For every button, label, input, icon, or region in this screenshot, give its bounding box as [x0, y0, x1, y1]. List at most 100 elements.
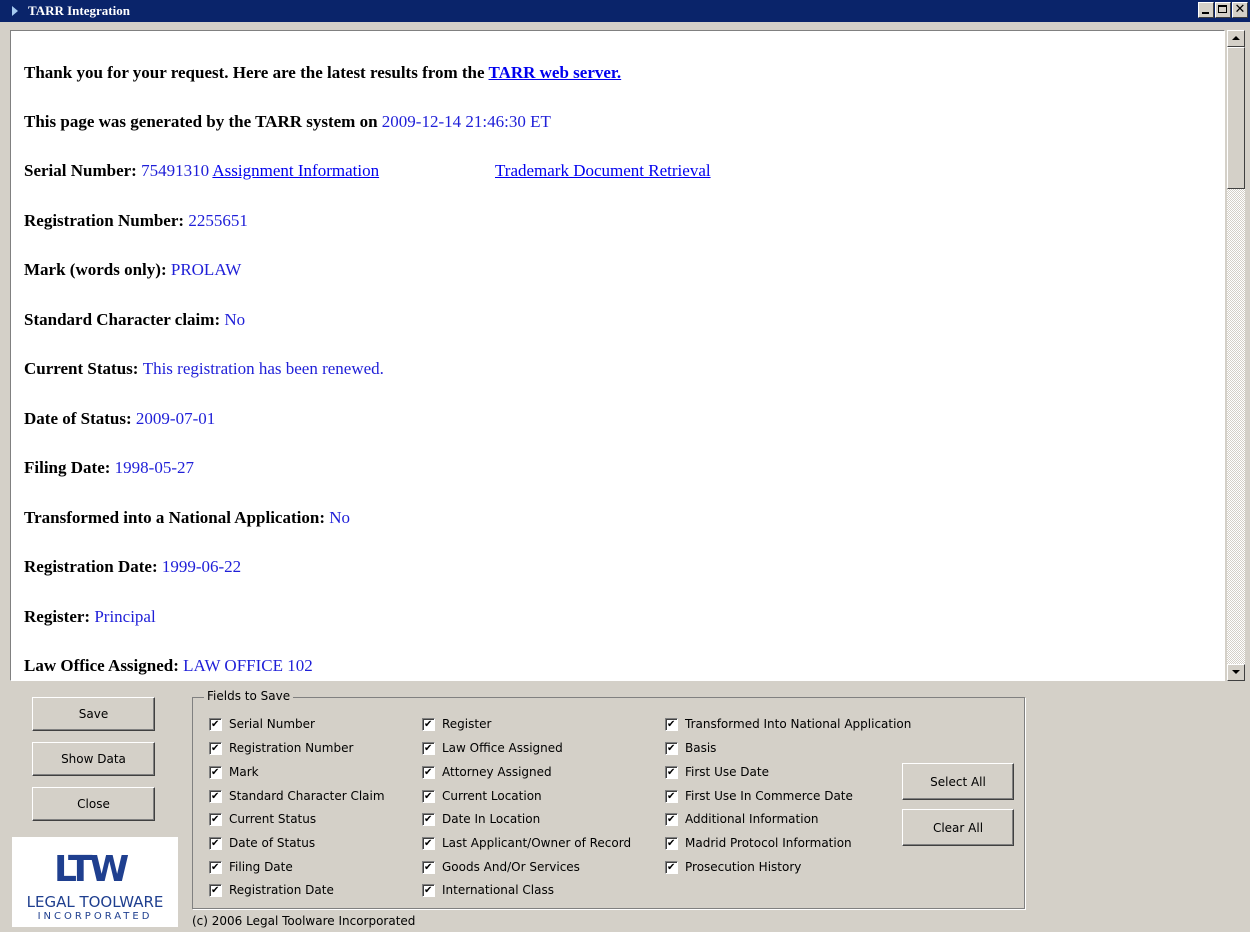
checkbox-standard-character-claim[interactable]: Standard Character Claim [209, 789, 385, 803]
clear-all-button[interactable]: Clear All [902, 809, 1014, 846]
checkbox-checked-icon[interactable] [422, 883, 435, 897]
checkbox-checked-icon[interactable] [209, 812, 222, 826]
intro-text: Thank you for your request. Here are the… [24, 63, 489, 82]
scroll-thumb[interactable] [1227, 47, 1245, 189]
vertical-scrollbar[interactable] [1227, 30, 1245, 681]
checkbox-date-in-location[interactable]: Date In Location [422, 812, 540, 826]
field-label: Current Status: [24, 359, 143, 378]
checkbox-label: Date In Location [442, 812, 541, 826]
checkbox-current-location[interactable]: Current Location [422, 789, 542, 803]
checkbox-law-office-assigned[interactable]: Law Office Assigned [422, 741, 563, 755]
results-pane: Thank you for your request. Here are the… [10, 30, 1225, 681]
scroll-up-button[interactable] [1227, 30, 1245, 47]
field-label: Mark (words only): [24, 260, 171, 279]
checkbox-checked-icon[interactable] [209, 836, 222, 850]
checkbox-international-class[interactable]: International Class [422, 883, 554, 897]
checkbox-basis[interactable]: Basis [665, 741, 716, 755]
field-value: No [224, 310, 246, 329]
checkbox-checked-icon[interactable] [422, 765, 435, 779]
checkbox-checked-icon[interactable] [665, 836, 678, 850]
maximize-icon[interactable] [1215, 2, 1231, 18]
checkbox-label: Filing Date [229, 860, 293, 874]
serial-value: 75491310 [141, 161, 210, 180]
field-value: PROLAW [170, 260, 242, 279]
legal-toolware-logo: LTW LEGAL TOOLWARE INCORPORATED [12, 837, 178, 927]
save-button[interactable]: Save [32, 697, 155, 731]
close-button[interactable]: Close [32, 787, 155, 821]
field-row: Mark (words only): PROLAW [24, 260, 241, 280]
serial-line: Serial Number: 75491310 Assignment Infor… [24, 161, 711, 181]
checkbox-checked-icon[interactable] [665, 741, 678, 755]
field-value: No [329, 508, 351, 527]
checkbox-current-status[interactable]: Current Status [209, 812, 316, 826]
field-row: Current Status: This registration has be… [24, 359, 384, 379]
checkbox-label: Current Location [442, 789, 542, 803]
checkbox-checked-icon[interactable] [209, 860, 222, 874]
checkbox-serial-number[interactable]: Serial Number [209, 717, 315, 731]
checkbox-last-applicant-owner[interactable]: Last Applicant/Owner of Record [422, 836, 631, 850]
checkbox-checked-icon[interactable] [422, 741, 435, 755]
checkbox-goods-and-services[interactable]: Goods And/Or Services [422, 860, 580, 874]
checkbox-label: Registration Number [229, 741, 354, 755]
checkbox-register[interactable]: Register [422, 717, 491, 731]
checkbox-label: First Use Date [685, 765, 769, 779]
checkbox-prosecution-history[interactable]: Prosecution History [665, 860, 801, 874]
checkbox-additional-information[interactable]: Additional Information [665, 812, 819, 826]
checkbox-label: Last Applicant/Owner of Record [442, 836, 632, 850]
minimize-icon[interactable] [1198, 2, 1214, 18]
field-value: 1999-06-22 [161, 557, 242, 576]
checkbox-checked-icon[interactable] [209, 741, 222, 755]
generated-label: This page was generated by the TARR syst… [24, 112, 382, 131]
checkbox-checked-icon[interactable] [209, 717, 222, 731]
checkbox-date-of-status[interactable]: Date of Status [209, 836, 315, 850]
checkbox-attorney-assigned[interactable]: Attorney Assigned [422, 765, 552, 779]
checkbox-checked-icon[interactable] [665, 789, 678, 803]
checkbox-madrid-protocol-information[interactable]: Madrid Protocol Information [665, 836, 852, 850]
checkbox-checked-icon[interactable] [422, 812, 435, 826]
field-row: Registration Number: 2255651 [24, 211, 248, 231]
checkbox-checked-icon[interactable] [665, 812, 678, 826]
field-row: Date of Status: 2009-07-01 [24, 409, 215, 429]
select-all-button[interactable]: Select All [902, 763, 1014, 800]
logo-mark: LTW [54, 849, 129, 890]
checkbox-registration-date[interactable]: Registration Date [209, 883, 334, 897]
checkbox-checked-icon[interactable] [665, 717, 678, 731]
generated-line: This page was generated by the TARR syst… [24, 112, 551, 132]
field-label: Date of Status: [24, 409, 136, 428]
close-icon[interactable]: ✕ [1232, 2, 1248, 18]
checkbox-checked-icon[interactable] [665, 860, 678, 874]
copyright-text: (c) 2006 Legal Toolware Incorporated [192, 914, 416, 928]
checkbox-label: Law Office Assigned [442, 741, 563, 755]
checkbox-transformed-national-application[interactable]: Transformed Into National Application [665, 717, 911, 731]
checkbox-checked-icon[interactable] [665, 765, 678, 779]
checkbox-filing-date[interactable]: Filing Date [209, 860, 293, 874]
field-row: Filing Date: 1998-05-27 [24, 458, 194, 478]
show-data-button[interactable]: Show Data [32, 742, 155, 776]
logo-line2: INCORPORATED [37, 911, 153, 922]
tarr-web-server-link[interactable]: TARR web server. [489, 63, 622, 82]
intro-line: Thank you for your request. Here are the… [24, 63, 621, 83]
checkbox-first-use-in-commerce-date[interactable]: First Use In Commerce Date [665, 789, 853, 803]
checkbox-checked-icon[interactable] [422, 836, 435, 850]
checkbox-registration-number[interactable]: Registration Number [209, 741, 353, 755]
checkbox-checked-icon[interactable] [422, 860, 435, 874]
checkbox-checked-icon[interactable] [422, 717, 435, 731]
checkbox-label: Registration Date [229, 883, 334, 897]
checkbox-checked-icon[interactable] [209, 883, 222, 897]
field-value: LAW OFFICE 102 [183, 656, 313, 675]
checkbox-first-use-date[interactable]: First Use Date [665, 765, 769, 779]
trademark-document-retrieval-link[interactable]: Trademark Document Retrieval [495, 161, 711, 181]
checkbox-label: Standard Character Claim [229, 789, 385, 803]
title-bar: TARR Integration ✕ [0, 0, 1250, 22]
scroll-down-button[interactable] [1227, 664, 1245, 681]
checkbox-label: Current Status [229, 812, 317, 826]
field-row: Register: Principal [24, 607, 156, 627]
checkbox-checked-icon[interactable] [209, 789, 222, 803]
field-row: Law Office Assigned: LAW OFFICE 102 [24, 656, 313, 676]
field-value: This registration has been renewed. [142, 359, 384, 378]
checkbox-checked-icon[interactable] [209, 765, 222, 779]
checkbox-label: Attorney Assigned [442, 765, 552, 779]
checkbox-checked-icon[interactable] [422, 789, 435, 803]
assignment-information-link[interactable]: Assignment Information [212, 161, 379, 180]
checkbox-mark[interactable]: Mark [209, 765, 259, 779]
